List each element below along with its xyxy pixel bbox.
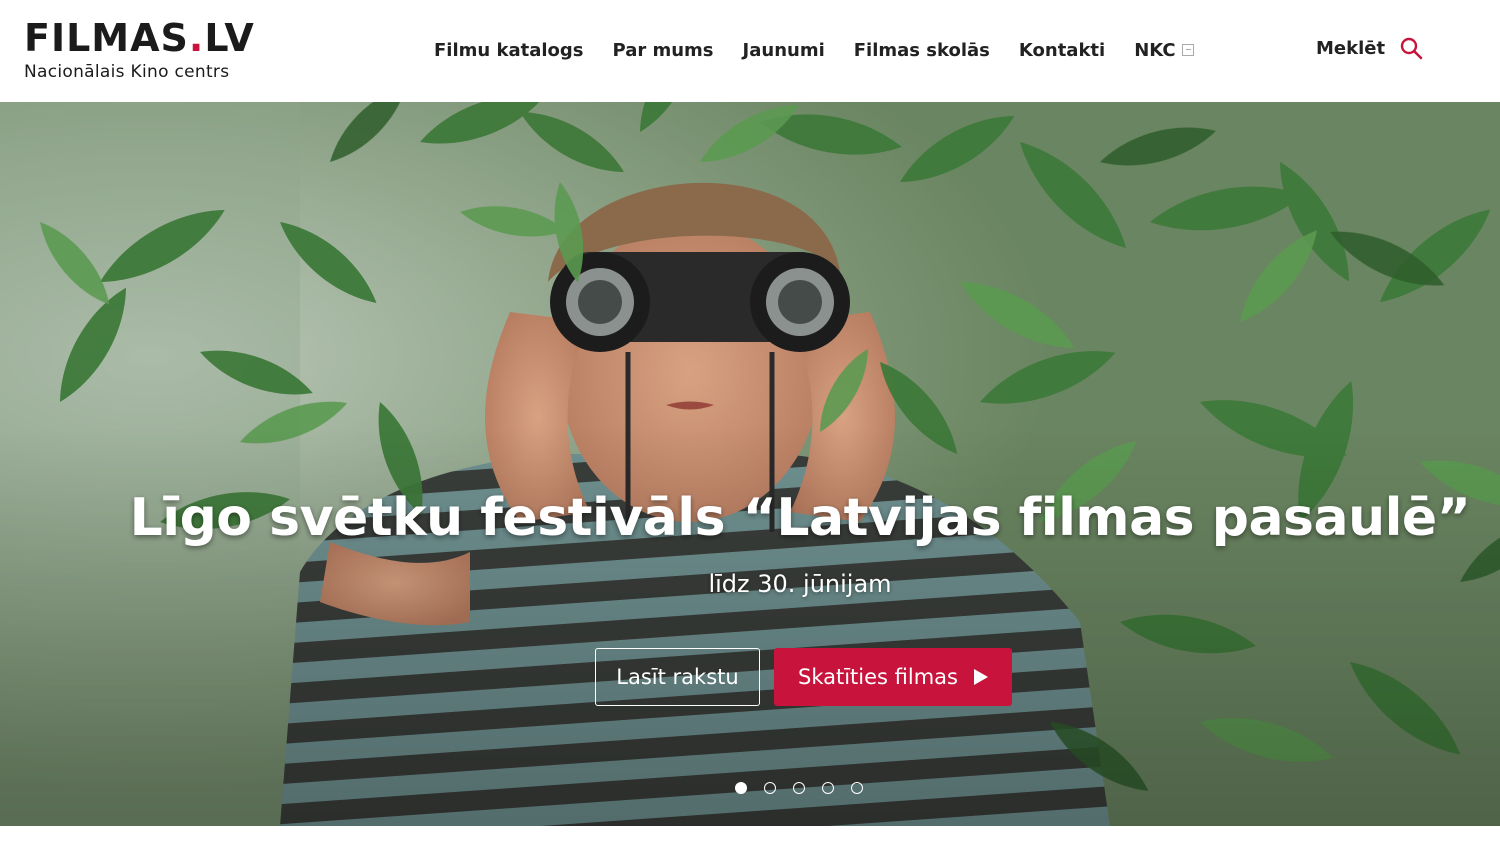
nav-item-filmu-katalogs[interactable]: Filmu katalogs — [434, 38, 583, 64]
search-icon — [1400, 37, 1423, 60]
hero-title: Līgo svētku festivāls “Latvijas filmas p… — [129, 488, 1471, 548]
nav-item-jaunumi[interactable]: Jaunumi — [743, 38, 825, 64]
nav-item-kontakti[interactable]: Kontakti — [1019, 38, 1105, 64]
slider-pagination — [735, 782, 863, 794]
slider-dot-3[interactable] — [793, 782, 805, 794]
logo-title: FILMAS.LV — [24, 16, 255, 60]
watch-films-button[interactable]: Skatīties filmas — [774, 648, 1012, 706]
watch-films-label: Skatīties filmas — [798, 665, 958, 689]
nav-item-nkc[interactable]: NKC — [1134, 38, 1194, 64]
slider-dot-2[interactable] — [764, 782, 776, 794]
site-logo[interactable]: FILMAS.LV Nacionālais Kino centrs — [24, 18, 255, 82]
nav-item-par-mums[interactable]: Par mums — [612, 38, 713, 64]
read-article-button[interactable]: Lasīt rakstu — [595, 648, 760, 706]
external-link-icon — [1181, 44, 1194, 56]
nav-item-filmas-skolas[interactable]: Filmas skolās — [854, 38, 990, 64]
play-icon — [974, 669, 988, 685]
logo-subtitle: Nacionālais Kino centrs — [24, 62, 230, 82]
slider-dot-5[interactable] — [851, 782, 863, 794]
slider-dot-4[interactable] — [822, 782, 834, 794]
site-header: FILMAS.LV Nacionālais Kino centrs Filmu … — [0, 0, 1500, 102]
search-button[interactable]: Meklēt — [1316, 36, 1423, 60]
hero-slider: Līgo svētku festivāls “Latvijas filmas p… — [0, 102, 1500, 826]
hero-shade — [0, 102, 1500, 826]
nav-item-nkc-label: NKC — [1134, 40, 1176, 61]
hero-subtitle: līdz 30. jūnijam — [708, 570, 892, 598]
main-nav: Filmu katalogs Par mums Jaunumi Filmas s… — [434, 38, 1223, 64]
slider-dot-1[interactable] — [735, 782, 747, 794]
read-article-label: Lasīt rakstu — [616, 665, 739, 689]
search-label: Meklēt — [1316, 37, 1386, 59]
